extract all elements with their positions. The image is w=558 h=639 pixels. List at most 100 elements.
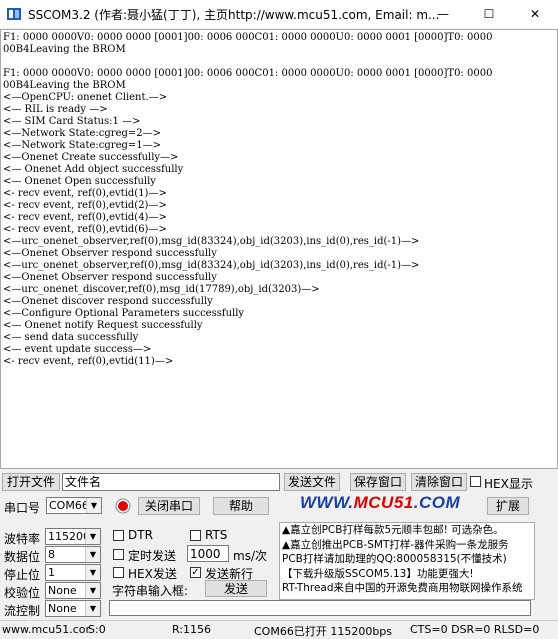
website-banner[interactable]: WWW.MCU51.COM (300, 493, 460, 513)
terminal-line: <—urc_onenet_discover,ref(0),msg_id(1778… (3, 284, 320, 295)
terminal-line: <—OpenCPU: onenet Client.—> (3, 92, 168, 103)
terminal-line: <— RIL is ready —> (3, 104, 108, 115)
port-status-icon (115, 498, 131, 514)
terminal-line: <—Onenet Observer respond successfully (3, 272, 217, 283)
timed-send-label: 定时发送 (128, 549, 177, 563)
terminal-line: <— Onenet notify Request successfully (3, 320, 203, 331)
baud-select[interactable]: 115200 ▼ (45, 528, 101, 545)
hex-display-label: HEX显示 (484, 477, 533, 491)
status-site-link[interactable]: www.mcu51.cor (2, 623, 90, 636)
close-icon: ✕ (529, 7, 541, 21)
receive-text: F1: 0000 0000V0: 0000 0000 [0001]00: 000… (1, 30, 557, 370)
app-icon (7, 8, 21, 20)
expand-button[interactable]: 扩展 (487, 497, 529, 515)
check-icon: ✓ (191, 567, 200, 578)
input-label: 字符串输入框: (112, 584, 189, 598)
status-port-state: COM66已打开 115200bps (254, 625, 393, 638)
port-label: 串口号 (4, 501, 41, 515)
flow-select[interactable]: None ▼ (45, 600, 101, 617)
chevron-down-icon: ▼ (85, 583, 100, 598)
flow-label: 流控制 (4, 604, 41, 618)
close-button[interactable]: ✕ (512, 0, 558, 28)
terminal-line: <— SIM Card Status:1 —> (3, 116, 141, 127)
parity-select[interactable]: None ▼ (45, 582, 101, 599)
terminal-line: <—Network State:cgreg=1—> (3, 140, 162, 151)
timed-send-checkbox[interactable] (113, 549, 124, 560)
flow-value: None (48, 602, 77, 615)
file-name-field[interactable]: 文件名 (62, 473, 280, 491)
chevron-down-icon: ▼ (86, 498, 101, 513)
terminal-line: <—Onenet Create successfully—> (3, 152, 179, 163)
terminal-line: <— event update success—> (3, 344, 152, 355)
stopbits-label: 停止位 (4, 568, 41, 582)
window-title: SSCOM3.2 (作者:聂小猛(丁丁), 主页http://www.mcu51… (28, 8, 440, 22)
hex-display-checkbox[interactable] (470, 476, 481, 487)
terminal-line: <- recv event, ref(0),evtid(11)—> (3, 356, 174, 367)
stopbits-select[interactable]: 1 ▼ (45, 564, 101, 581)
ad-line: RT-Thread来自中国的开源免费商用物联网操作系统 (282, 582, 523, 594)
clear-window-button[interactable]: 清除窗口 (411, 473, 467, 491)
terminal-line: 00B4Leaving the BROM (3, 80, 126, 91)
terminal-line: <—Onenet discover respond successfully (3, 296, 213, 307)
databits-value: 8 (48, 548, 55, 561)
terminal-line: <— Onenet Add object successfully (3, 164, 184, 175)
status-bar: www.mcu51.cor S:0 R:1156 COM66已打开 115200… (0, 620, 558, 638)
parity-value: None (48, 584, 77, 597)
chevron-down-icon: ▼ (85, 547, 100, 562)
terminal-line: <—urc_onenet_observer,ref(0),msg_id(8332… (3, 236, 420, 247)
databits-select[interactable]: 8 ▼ (45, 546, 101, 563)
terminal-line: <— send data successfully (3, 332, 139, 343)
status-received-count: R:1156 (172, 623, 212, 636)
terminal-line: F1: 0000 0000V0: 0000 0000 [0001]00: 000… (3, 68, 493, 79)
terminal-line: <- recv event, ref(0),evtid(6)—> (3, 224, 167, 235)
rts-label: RTS (205, 528, 228, 542)
port-select[interactable]: COM66 ▼ (46, 497, 102, 514)
terminal-line: <—urc_onenet_observer,ref(0),msg_id(8332… (3, 260, 420, 271)
title-bar: SSCOM3.2 (作者:聂小猛(丁丁), 主页http://www.mcu51… (0, 0, 558, 28)
status-lines: CTS=0 DSR=0 RLSD=0 (410, 623, 540, 636)
chevron-down-icon: ▼ (85, 565, 100, 580)
send-input[interactable] (109, 600, 531, 616)
terminal-line: <- recv event, ref(0),evtid(2)—> (3, 200, 167, 211)
ad-line: ▲嘉立创PCB打样每款5元顺丰包邮! 可选杂色。 (282, 524, 504, 536)
minimize-icon: — (437, 7, 449, 21)
terminal-line: <— Onenet Open successfully (3, 176, 156, 187)
website-banner-text: WWW.MCU51.COM (300, 493, 461, 512)
interval-field[interactable]: 1000 (187, 545, 229, 562)
maximize-button[interactable]: ☐ (466, 0, 512, 28)
parity-label: 校验位 (4, 586, 41, 600)
databits-label: 数据位 (4, 550, 41, 564)
ad-line: ▲嘉立创推出PCB-SMT打样-器件采购一条龙服务 (282, 538, 509, 551)
receive-area[interactable]: F1: 0000 0000V0: 0000 0000 [0001]00: 000… (0, 29, 558, 469)
terminal-line: 00B4Leaving the BROM (3, 44, 126, 55)
hex-send-checkbox[interactable] (113, 567, 124, 578)
port-value: COM66 (49, 499, 89, 512)
terminal-line: <- recv event, ref(0),evtid(4)—> (3, 212, 167, 223)
terminal-line: <- recv event, ref(0),evtid(1)—> (3, 188, 167, 199)
baud-value: 115200 (48, 530, 90, 543)
dtr-checkbox[interactable] (113, 530, 124, 541)
help-button[interactable]: 帮助 (213, 497, 269, 515)
save-window-button[interactable]: 保存窗口 (350, 473, 406, 491)
terminal-line: <—Network State:cgreg=2—> (3, 128, 162, 139)
chevron-down-icon: ▼ (85, 601, 100, 616)
ad-line: 【下载升级版SSCOM5.13】功能更强大! (282, 567, 474, 580)
send-file-button[interactable]: 发送文件 (284, 473, 340, 491)
terminal-line: <—Onenet Observer respond successfully (3, 248, 217, 259)
ad-panel[interactable]: ▲嘉立创PCB打样每款5元顺丰包邮! 可选杂色。 ▲嘉立创推出PCB-SMT打样-… (279, 522, 535, 600)
open-file-button[interactable]: 打开文件 (2, 473, 60, 491)
chevron-down-icon: ▼ (85, 529, 100, 544)
dtr-label: DTR (128, 528, 153, 542)
baud-label: 波特率 (4, 532, 41, 546)
stopbits-value: 1 (48, 566, 55, 579)
terminal-line: <—Configure Optional Parameters successf… (3, 308, 245, 319)
rts-checkbox[interactable] (190, 530, 201, 541)
ad-line: PCB打样请加助理的QQ:800058315(不懂技术) (282, 553, 507, 565)
send-newline-checkbox[interactable]: ✓ (190, 567, 201, 578)
send-button[interactable]: 发送 (205, 580, 267, 597)
maximize-icon: ☐ (483, 7, 495, 21)
close-port-button[interactable]: 关闭串口 (138, 497, 200, 515)
terminal-line: F1: 0000 0000V0: 0000 0000 [0001]00: 000… (3, 32, 493, 43)
minimize-button[interactable]: — (420, 0, 466, 28)
hex-send-label: HEX发送 (128, 567, 177, 581)
